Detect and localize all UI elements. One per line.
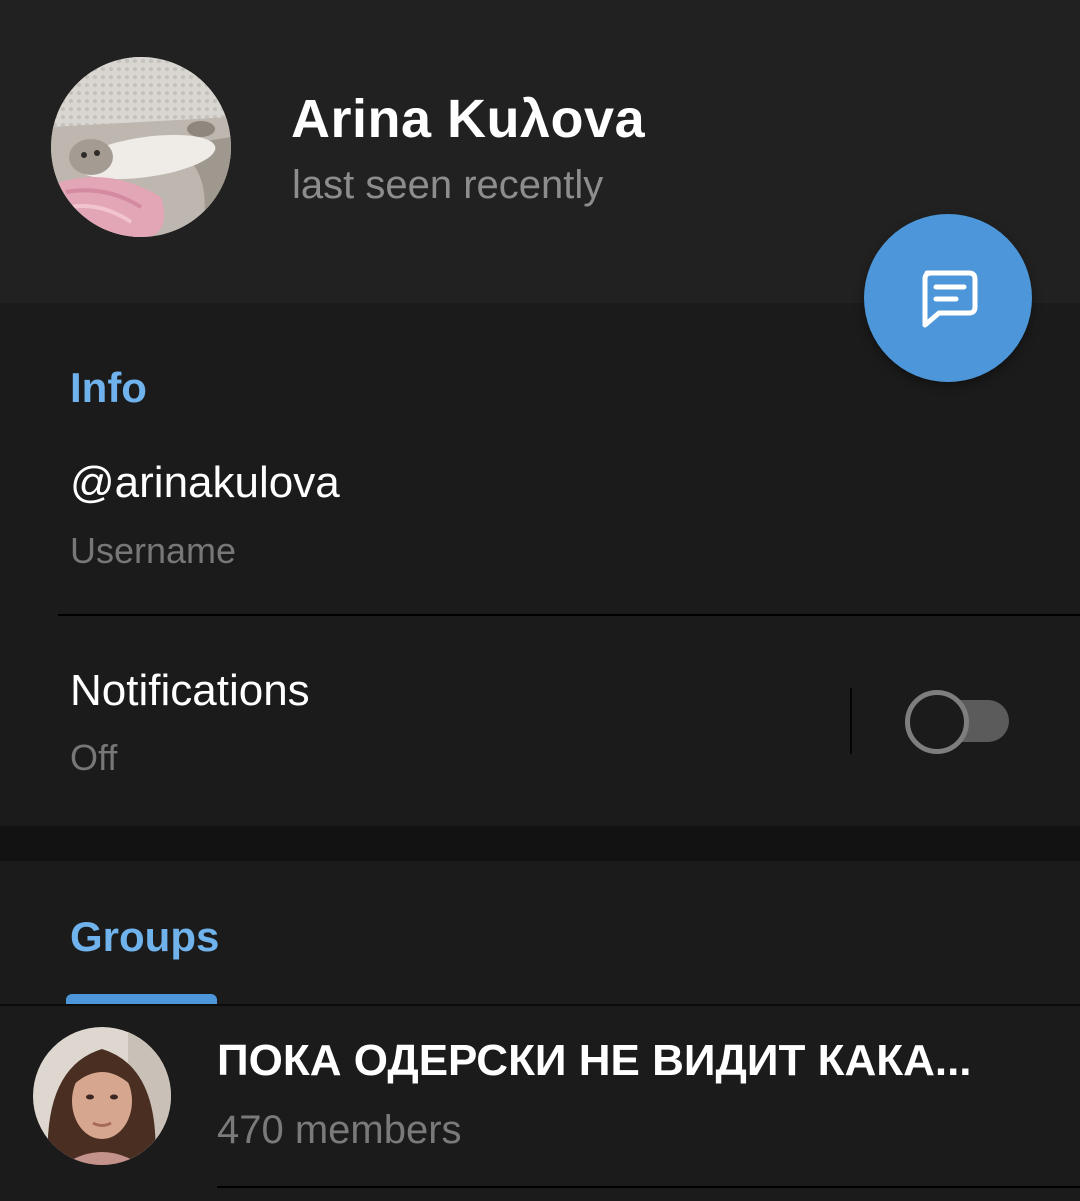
- section-gap: [0, 826, 1080, 861]
- profile-name: Arina Kuλova: [291, 89, 646, 149]
- groups-tab[interactable]: Groups: [70, 913, 219, 961]
- profile-status: last seen recently: [292, 163, 604, 207]
- group-avatar: [33, 1027, 171, 1165]
- vertical-separator: [850, 688, 852, 754]
- cat-photo-icon: [51, 57, 231, 237]
- send-message-button[interactable]: [864, 214, 1032, 382]
- group-list-item[interactable]: ПОКА ОДЕРСКИ НЕ ВИДИТ КАКА... 470 member…: [0, 1006, 1080, 1186]
- username-value[interactable]: @arinakulova: [70, 458, 340, 508]
- group-name: ПОКА ОДЕРСКИ НЕ ВИДИТ КАКА...: [217, 1036, 972, 1085]
- message-icon: [922, 270, 978, 328]
- toggle-knob: [905, 690, 969, 754]
- username-label: Username: [70, 530, 237, 571]
- divider: [58, 614, 1080, 616]
- info-section-title: Info: [70, 364, 147, 411]
- notifications-toggle[interactable]: [905, 690, 1009, 754]
- woman-photo-icon: [33, 1027, 171, 1165]
- group-members-count: 470 members: [217, 1108, 462, 1152]
- profile-avatar[interactable]: [51, 57, 231, 237]
- divider: [217, 1186, 1080, 1188]
- notifications-value: Off: [70, 737, 118, 778]
- profile-page: Arina Kuλova last seen recently Info @ar…: [0, 0, 1080, 1201]
- notifications-label[interactable]: Notifications: [70, 666, 310, 716]
